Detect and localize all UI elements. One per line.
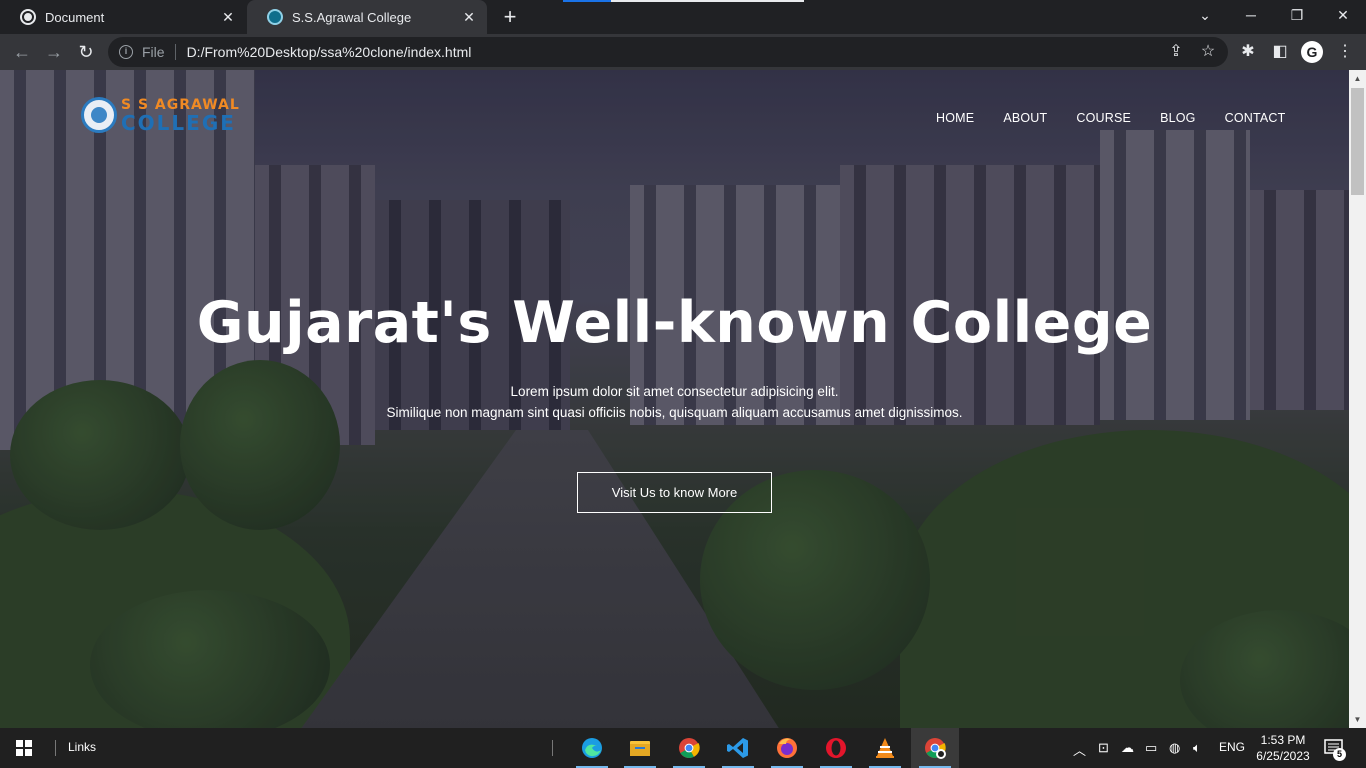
edge-icon[interactable]	[568, 728, 616, 768]
scroll-down-arrow-icon[interactable]: ▼	[1349, 711, 1366, 728]
hero-subtext-line1: Lorem ipsum dolor sit amet consectetur a…	[510, 384, 839, 399]
logo-line2: COLLEGE	[121, 110, 236, 135]
system-clock[interactable]: 1:53 PM 6/25/2023	[1248, 732, 1318, 764]
taskbar-divider	[552, 740, 553, 756]
chevron-down-icon[interactable]: ⌄	[1182, 0, 1228, 34]
clock-date: 6/25/2023	[1256, 749, 1310, 763]
nav-home[interactable]: HOME	[936, 111, 974, 125]
bookmark-star-icon[interactable]: ☆	[1197, 41, 1219, 63]
tab-document[interactable]: Document ✕	[0, 0, 246, 34]
forward-arrow-icon[interactable]: →	[41, 39, 67, 65]
language-indicator[interactable]: ENG	[1219, 740, 1245, 754]
logo-line1: S S AGRAWAL	[121, 96, 240, 113]
restore-icon[interactable]: ❐	[1274, 0, 1320, 34]
onedrive-cloud-icon[interactable]: ☁	[1121, 740, 1134, 756]
url-text[interactable]: D:/From%20Desktop/ssa%20clone/index.html	[187, 44, 472, 60]
nav-about[interactable]: ABOUT	[1003, 111, 1047, 125]
browser-toolbar: ← → ↻ i File D:/From%20Desktop/ssa%20clo…	[0, 34, 1366, 70]
menu-kebab-icon[interactable]: ⋮	[1334, 41, 1356, 63]
notification-count-badge: 5	[1333, 748, 1346, 761]
minimize-icon[interactable]: ─	[1228, 0, 1274, 34]
college-favicon-icon	[267, 9, 283, 25]
chrome-profile-icon[interactable]	[911, 728, 959, 768]
address-separator	[174, 44, 176, 60]
vlc-icon[interactable]	[861, 728, 909, 768]
reload-icon[interactable]: ↻	[73, 39, 99, 65]
device-icon[interactable]: ⊡	[1098, 740, 1109, 756]
main-nav: HOME ABOUT COURSE BLOG CONTACT	[907, 111, 1286, 125]
clock-time: 1:53 PM	[1260, 733, 1306, 747]
hero-section: S S AGRAWAL COLLEGE HOME ABOUT COURSE BL…	[0, 70, 1349, 728]
taskbar: Links ︿ ⊡ ☁ ▭ ◍ 🔈︎ ENG 1:53 PM 6/25/2023…	[0, 728, 1366, 768]
volume-icon[interactable]: 🔈︎	[1193, 740, 1201, 756]
new-tab-icon[interactable]: +	[498, 5, 522, 29]
extensions-puzzle-icon[interactable]: ✱	[1237, 41, 1259, 63]
hero-subtext: Lorem ipsum dolor sit amet consectetur a…	[0, 381, 1349, 423]
nav-course[interactable]: COURSE	[1076, 111, 1131, 125]
close-icon[interactable]: ✕	[220, 9, 236, 26]
close-icon[interactable]: ✕	[461, 9, 477, 26]
links-toolbar[interactable]: Links	[68, 740, 96, 754]
info-icon[interactable]: i	[119, 45, 133, 59]
college-emblem-icon	[81, 97, 117, 133]
opera-icon[interactable]	[812, 728, 860, 768]
tab-title: Document	[45, 9, 105, 25]
window-close-icon[interactable]: ✕	[1320, 0, 1366, 34]
back-arrow-icon[interactable]: ←	[9, 39, 35, 65]
vscode-icon[interactable]	[714, 728, 762, 768]
show-hidden-icons-icon[interactable]: ︿	[1073, 740, 1086, 759]
visit-us-button[interactable]: Visit Us to know More	[577, 472, 772, 513]
file-explorer-icon[interactable]	[616, 728, 664, 768]
tab-loading-indicator	[563, 0, 804, 2]
scheme-label: File	[142, 44, 165, 60]
side-panel-icon[interactable]: ◧	[1269, 41, 1291, 63]
network-globe-icon[interactable]: ◍	[1169, 740, 1180, 756]
windows-start-icon[interactable]	[16, 740, 32, 756]
scroll-up-arrow-icon[interactable]: ▲	[1349, 70, 1366, 87]
address-bar[interactable]: i File D:/From%20Desktop/ssa%20clone/ind…	[108, 37, 1228, 67]
page-viewport: S S AGRAWAL COLLEGE HOME ABOUT COURSE BL…	[0, 70, 1366, 728]
share-icon[interactable]: ⇪	[1165, 41, 1187, 63]
page-scrollbar[interactable]: ▲ ▼	[1349, 70, 1366, 728]
chrome-icon[interactable]	[665, 728, 713, 768]
tab-ss-agrawal-college[interactable]: S.S.Agrawal College ✕	[247, 0, 487, 34]
globe-icon	[20, 9, 36, 25]
taskbar-divider	[55, 740, 56, 756]
hero-headline: Gujarat's Well-known College	[196, 290, 1153, 356]
nav-contact[interactable]: CONTACT	[1225, 111, 1286, 125]
profile-avatar[interactable]: G	[1301, 41, 1323, 63]
hero-subtext-line2: Similique non magnam sint quasi officiis…	[386, 405, 963, 420]
scroll-thumb[interactable]	[1351, 88, 1364, 195]
tab-title: S.S.Agrawal College	[292, 9, 412, 25]
battery-icon[interactable]: ▭	[1145, 740, 1157, 756]
nav-blog[interactable]: BLOG	[1160, 111, 1196, 125]
firefox-icon[interactable]	[763, 728, 811, 768]
college-logo[interactable]: S S AGRAWAL COLLEGE	[81, 97, 240, 133]
tab-strip: Document ✕ S.S.Agrawal College ✕ + ⌄ ─ ❐…	[0, 0, 1366, 34]
